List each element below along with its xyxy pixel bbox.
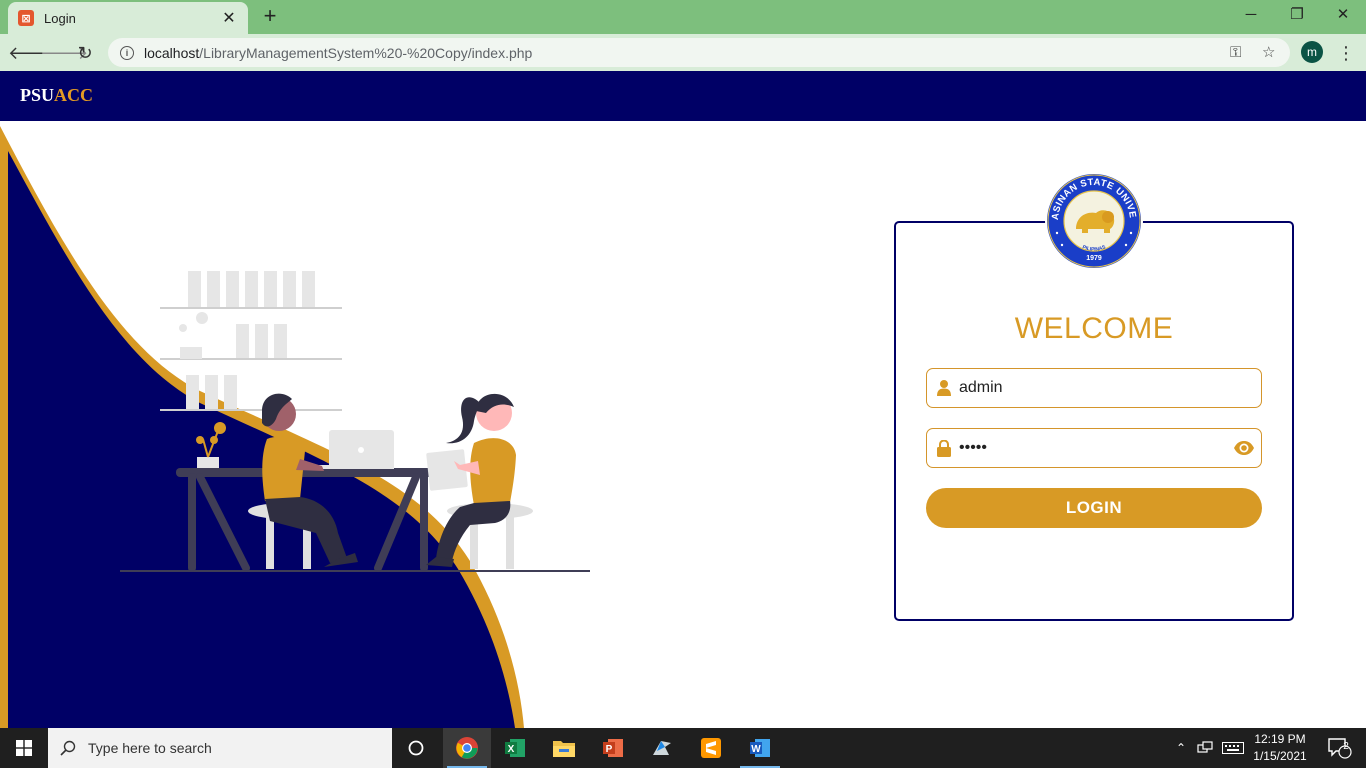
username-input[interactable] (959, 373, 1219, 403)
login-card (894, 221, 1294, 621)
excel-icon[interactable]: X (491, 728, 539, 768)
browser-toolbar: 🡐 🡒 ↻ i localhost/LibraryManagementSyste… (0, 34, 1366, 71)
start-button[interactable] (0, 728, 48, 768)
bookmark-star-icon[interactable]: ☆ (1262, 38, 1275, 67)
taskbar-clock[interactable]: 12:19 PM 1/15/2021 (1240, 731, 1320, 765)
profile-avatar[interactable]: m (1301, 41, 1323, 63)
app-bird-icon[interactable] (638, 728, 686, 768)
browser-tab[interactable]: ⊠ Login ✕ (8, 2, 248, 34)
tab-close-icon[interactable]: ✕ (220, 8, 238, 28)
reload-button[interactable]: ↻ (72, 40, 98, 66)
forward-button[interactable]: 🡒 (40, 40, 88, 66)
close-window-button[interactable]: ✕ (1320, 0, 1366, 30)
notifications-icon[interactable]: 2 (1322, 728, 1358, 768)
site-info-icon[interactable]: i (120, 45, 134, 60)
chrome-icon[interactable] (443, 728, 491, 768)
seal-year: 1979 (1086, 255, 1102, 262)
browser-tab-bar: ⊠ Login ✕ + ─ ❐ ✕ (0, 0, 1366, 34)
xampp-icon: ⊠ (18, 10, 34, 26)
password-input[interactable] (959, 433, 1219, 463)
word-icon[interactable]: W (736, 728, 784, 768)
back-button[interactable]: 🡐 (8, 40, 56, 66)
windows-logo-icon (16, 740, 32, 756)
university-seal: PANGASINAN STATE UNIVERSITY PILIPINAS 19… (1044, 171, 1143, 270)
show-hidden-icons-chevron-up-icon[interactable]: ⌃ (1170, 728, 1192, 768)
bookshelf (160, 271, 342, 411)
site-header: PSUACC (0, 71, 1366, 121)
sublime-text-icon[interactable] (687, 728, 735, 768)
clock-time: 12:19 PM (1254, 732, 1306, 746)
show-password-eye-icon[interactable] (1233, 439, 1255, 457)
address-bar[interactable]: i localhost/LibraryManagementSystem%20-%… (108, 38, 1290, 67)
welcome-title: WELCOME (1014, 312, 1174, 345)
svg-text:W: W (751, 744, 761, 755)
user-icon (929, 380, 959, 396)
url-text: localhost/LibraryManagementSystem%20-%20… (144, 44, 533, 61)
svg-text:P: P (606, 744, 613, 755)
login-button[interactable]: LOGIN (926, 488, 1262, 528)
taskbar-search[interactable]: Type here to search (48, 728, 392, 768)
network-icon[interactable] (1194, 728, 1216, 768)
username-field[interactable] (926, 368, 1262, 408)
minimize-button[interactable]: ─ (1228, 0, 1274, 30)
file-explorer-icon[interactable] (540, 728, 588, 768)
new-tab-button[interactable]: + (258, 4, 282, 28)
clock-date: 1/15/2021 (1253, 749, 1307, 763)
powerpoint-icon[interactable]: P (589, 728, 637, 768)
search-placeholder: Type here to search (88, 740, 212, 756)
key-icon[interactable]: ⚿ (1230, 38, 1241, 67)
curve-background (8, 151, 515, 728)
brand-logo[interactable]: PSUACC (20, 85, 93, 106)
notification-count: 2 (1343, 741, 1349, 752)
search-icon (48, 740, 88, 756)
svg-text:X: X (508, 744, 515, 755)
windows-taskbar: Type here to search X P W ⌃ 12:19 PM 1/1… (0, 728, 1366, 768)
cortana-icon[interactable] (392, 728, 440, 768)
lock-icon (929, 439, 959, 457)
browser-menu-icon[interactable]: ⋮ (1337, 40, 1355, 66)
library-illustration (0, 126, 590, 728)
paper (426, 449, 468, 491)
restore-button[interactable]: ❐ (1274, 0, 1320, 30)
tab-title: Login (44, 10, 76, 26)
password-field[interactable] (926, 428, 1262, 468)
